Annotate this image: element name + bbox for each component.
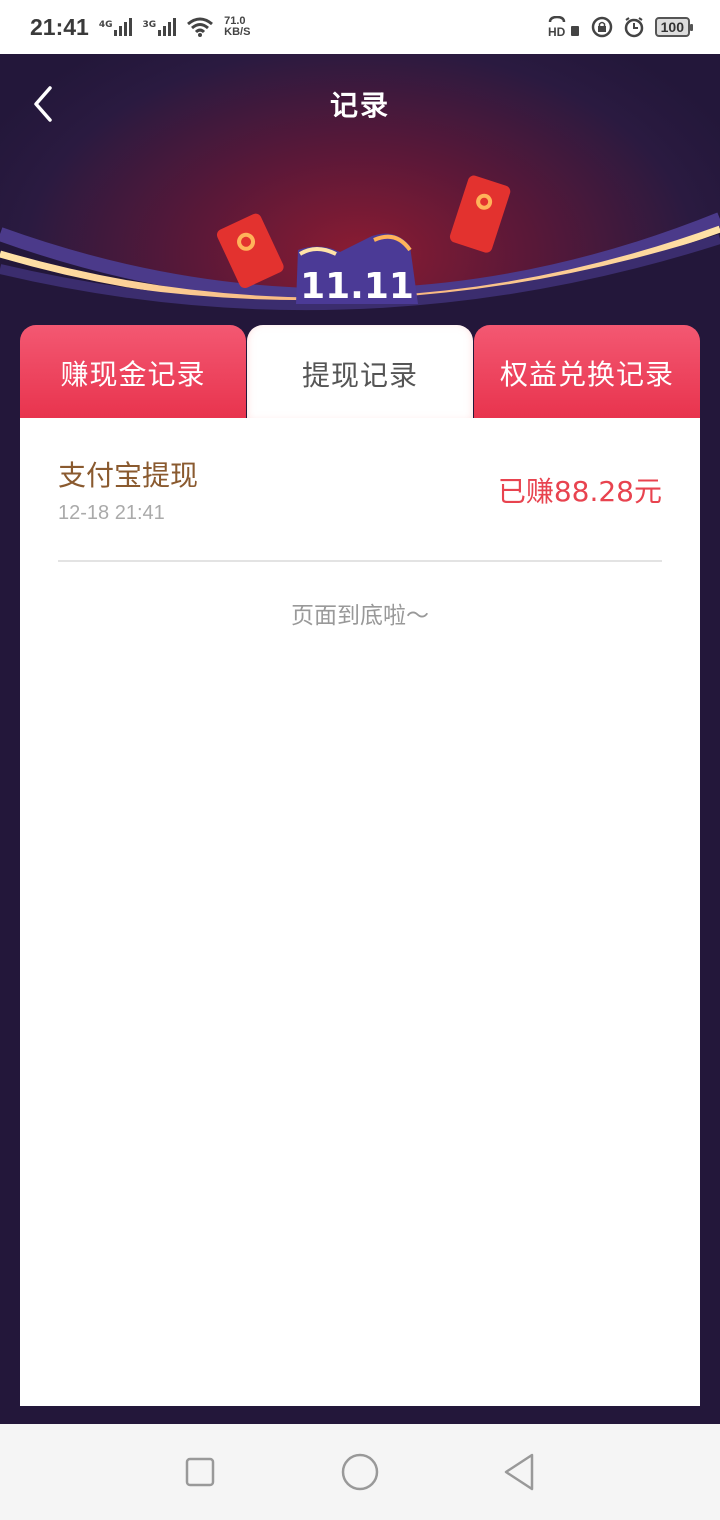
- signal-4g-icon: 4G: [99, 18, 133, 36]
- tab-rights-exchange-records[interactable]: 权益兑换记录: [474, 325, 700, 420]
- double-eleven-logo: 11.11: [296, 233, 418, 307]
- battery-icon: 100: [654, 17, 694, 37]
- tab-bar: 赚现金记录 提现记录 权益兑换记录: [20, 325, 700, 423]
- red-envelope-right-icon: [449, 175, 511, 253]
- status-right: HD 100: [547, 16, 694, 38]
- signal-3g-icon: 3G: [142, 18, 177, 36]
- hd-call-icon: HD: [548, 16, 579, 38]
- net-label-3g: 3G: [142, 20, 157, 30]
- network-speed: 71.0 KB/S: [224, 16, 250, 38]
- recent-apps-button[interactable]: [170, 1442, 230, 1502]
- record-title: 支付宝提现: [58, 459, 199, 492]
- header-banner: 11.11 记录: [0, 54, 720, 334]
- home-button[interactable]: [330, 1442, 390, 1502]
- clock: 21:41: [30, 13, 89, 40]
- records-panel: 支付宝提现 12-18 21:41 已赚88.28元 页面到底啦～: [20, 418, 700, 1406]
- tab-withdraw-records[interactable]: 提现记录: [247, 325, 473, 423]
- banner-text: 11.11: [300, 266, 414, 307]
- alarm-icon: [624, 17, 643, 38]
- rotation-lock-icon: [591, 16, 612, 38]
- triangle-back-icon: [504, 1453, 534, 1491]
- list-item: 支付宝提现 12-18 21:41 已赚88.28元: [58, 454, 662, 562]
- svg-text:HD: HD: [548, 25, 566, 38]
- nav-back-button[interactable]: [490, 1442, 550, 1502]
- end-of-list-text: 页面到底啦～: [291, 603, 429, 629]
- red-envelope-left-icon: [216, 213, 284, 289]
- system-nav-bar: [0, 1424, 720, 1520]
- circle-icon: [341, 1453, 379, 1491]
- tab-earn-cash-records[interactable]: 赚现金记录: [20, 325, 246, 420]
- page-title: 记录: [329, 89, 390, 122]
- speed-unit: KB/S: [224, 26, 251, 38]
- net-label-4g: 4G: [98, 20, 113, 30]
- record-time: 12-18 21:41: [58, 502, 165, 524]
- wifi-icon: [187, 17, 214, 37]
- square-icon: [185, 1457, 215, 1487]
- status-bar: 21:41 4G 3G 71.0 KB/S HD 100: [0, 0, 720, 54]
- status-left: 21:41 4G 3G 71.0 KB/S: [30, 14, 250, 41]
- record-amount: 已赚88.28元: [497, 475, 662, 508]
